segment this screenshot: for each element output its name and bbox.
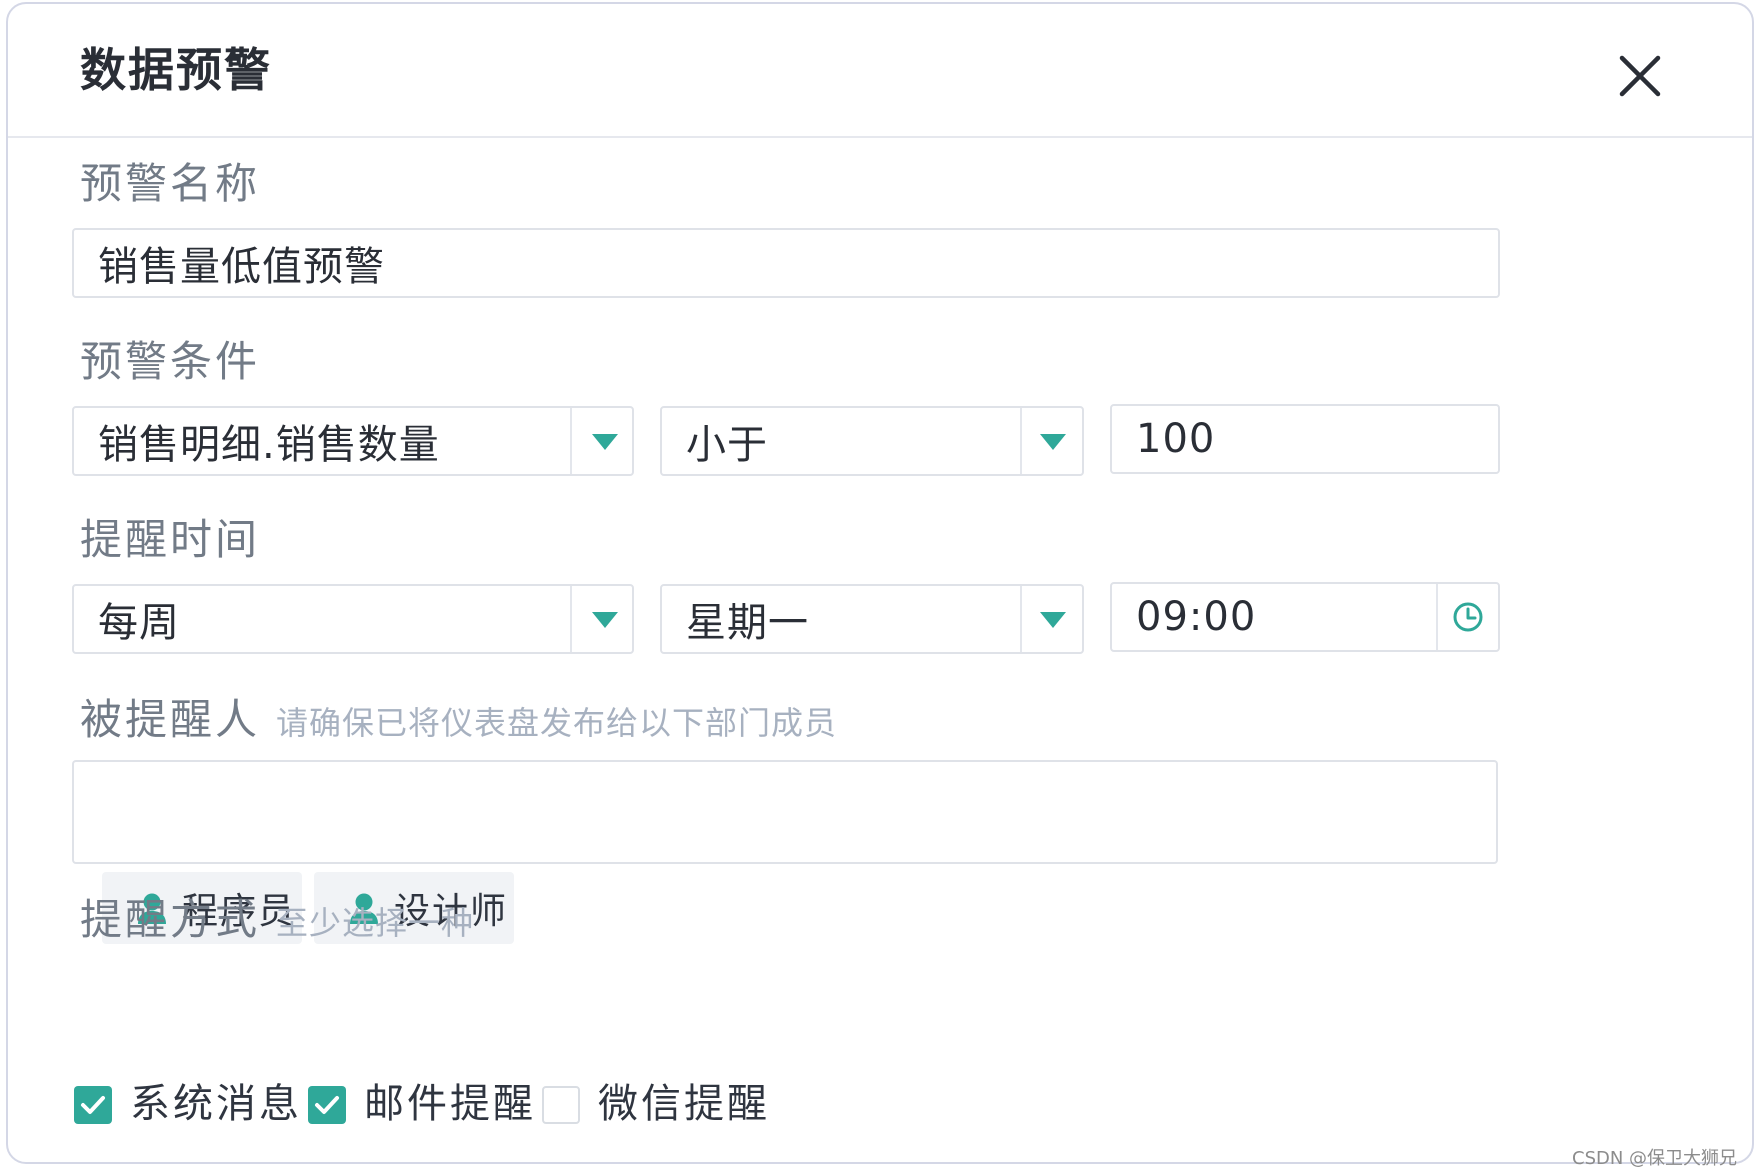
checkbox-label-wechat[interactable]: 微信提醒 [598, 1076, 770, 1132]
recipients-box[interactable] [72, 760, 1498, 864]
chevron-down-icon [1040, 612, 1066, 628]
condition-threshold-input[interactable]: 100 [1110, 404, 1500, 474]
time-picker-button[interactable] [1438, 584, 1498, 650]
alert-dialog: 数据预警 预警名称 销售量低值预警 预警条件 销售明细.销售数量 小于 100 … [6, 2, 1754, 1164]
condition-field-value: 销售明细.销售数量 [98, 422, 440, 468]
schedule-label: 提醒时间 [80, 515, 261, 564]
recipients-label: 被提醒人 请确保已将仪表盘发布给以下部门成员 [80, 692, 837, 751]
schedule-time-value: 09:00 [1136, 594, 1257, 640]
schedule-day-value: 星期一 [686, 600, 809, 646]
alert-name-input[interactable]: 销售量低值预警 [72, 228, 1500, 298]
dropdown-divider [1020, 586, 1022, 652]
checkbox-system-message[interactable] [74, 1086, 112, 1124]
condition-operator-value: 小于 [686, 422, 768, 468]
schedule-time-input[interactable]: 09:00 [1110, 582, 1500, 652]
recipients-hint: 请确保已将仪表盘发布给以下部门成员 [276, 704, 838, 742]
chevron-down-icon [592, 434, 618, 450]
clock-icon [1453, 602, 1483, 632]
alert-name-label: 预警名称 [80, 159, 261, 208]
schedule-frequency-select[interactable]: 每周 [72, 584, 634, 654]
dialog-header: 数据预警 [8, 4, 1752, 138]
condition-field-select[interactable]: 销售明细.销售数量 [72, 406, 634, 476]
check-icon [315, 1096, 339, 1114]
methods-hint: 至少选择一种 [276, 904, 475, 942]
close-button[interactable] [1608, 44, 1672, 108]
chevron-down-icon [592, 612, 618, 628]
watermark: CSDN @保卫大狮兄 [1572, 1148, 1738, 1169]
close-icon [1619, 55, 1661, 97]
condition-label: 预警条件 [80, 337, 261, 386]
dialog-title: 数据预警 [80, 43, 272, 97]
dropdown-divider [570, 408, 572, 474]
dropdown-divider [1020, 408, 1022, 474]
dropdown-divider [570, 586, 572, 652]
condition-threshold-value: 100 [1136, 416, 1216, 462]
condition-operator-select[interactable]: 小于 [660, 406, 1084, 476]
schedule-frequency-value: 每周 [98, 600, 180, 646]
checkbox-label-email[interactable]: 邮件提醒 [364, 1076, 536, 1132]
check-icon [81, 1096, 105, 1114]
schedule-day-select[interactable]: 星期一 [660, 584, 1084, 654]
alert-name-value: 销售量低值预警 [98, 244, 385, 290]
chevron-down-icon [1040, 434, 1066, 450]
checkbox-wechat[interactable] [542, 1086, 580, 1124]
methods-label: 提醒方式 至少选择一种 [80, 892, 474, 951]
methods-label-text: 提醒方式 [80, 895, 261, 944]
checkbox-label-system-message[interactable]: 系统消息 [130, 1076, 302, 1132]
checkbox-email[interactable] [308, 1086, 346, 1124]
recipients-label-text: 被提醒人 [80, 695, 261, 744]
